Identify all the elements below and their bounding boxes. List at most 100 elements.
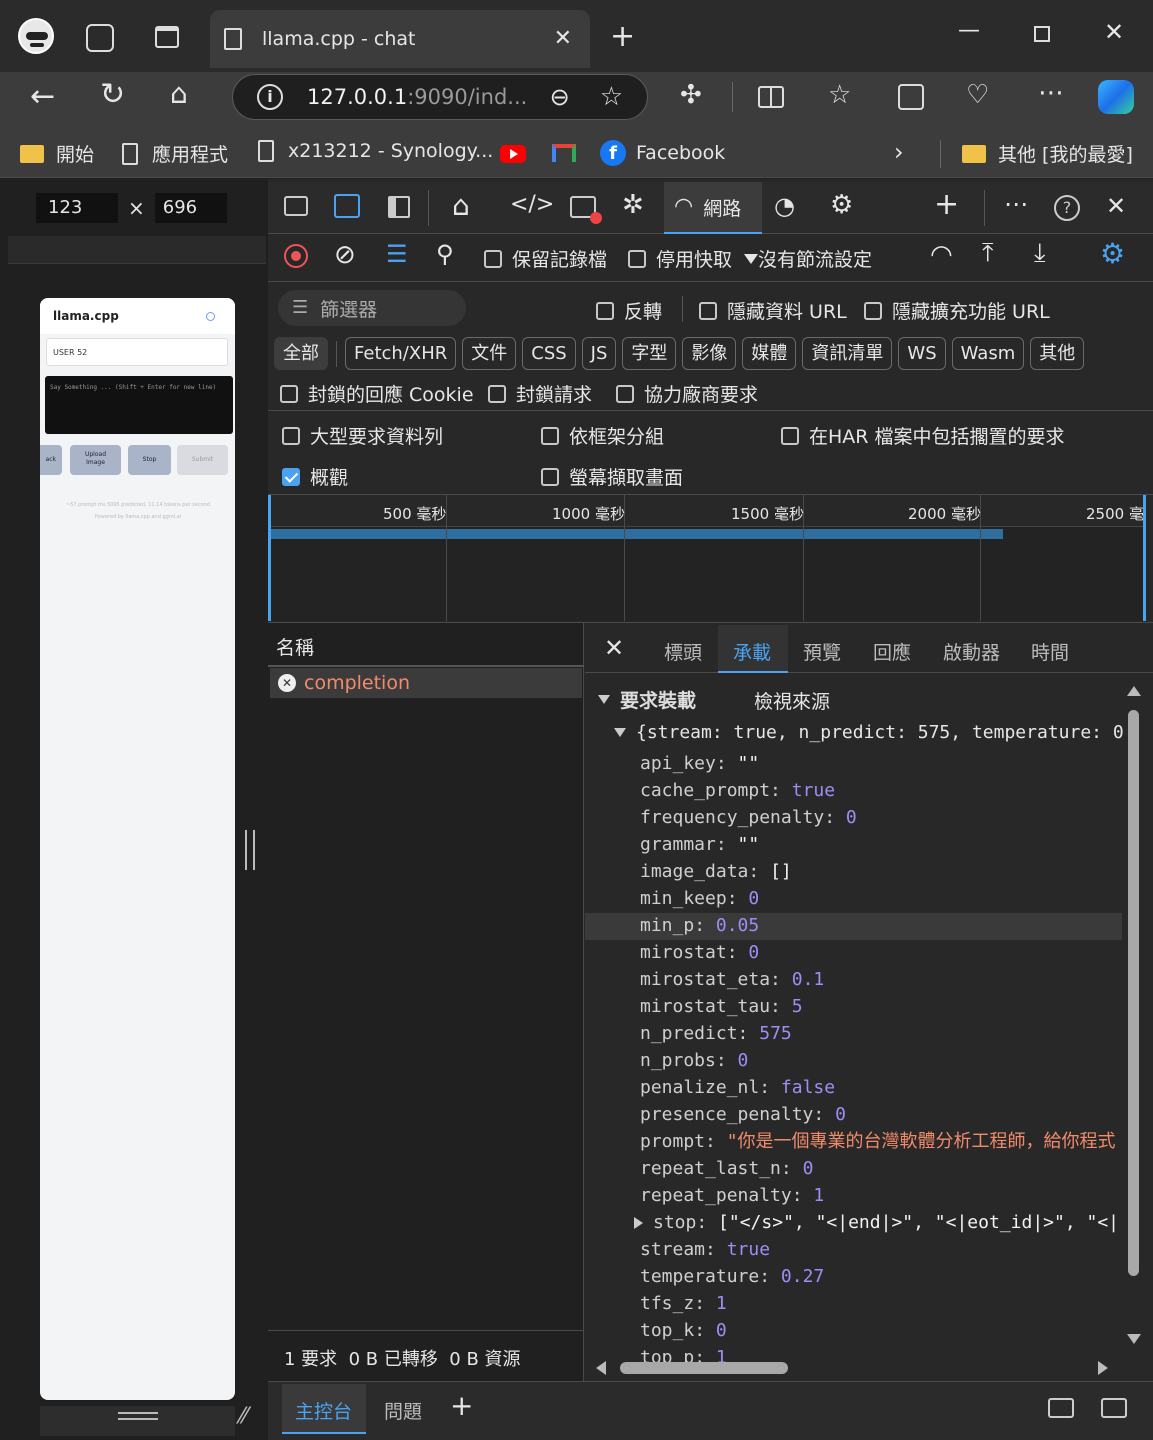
copilot-icon[interactable] (1098, 80, 1134, 114)
payload-row-tfs-z[interactable]: tfs_z: 1 (640, 1290, 1126, 1317)
scroll-up-icon[interactable] (1127, 686, 1141, 696)
youtube-icon[interactable] (500, 145, 526, 163)
type-filter-js[interactable]: JS (581, 337, 617, 370)
preview-user-field[interactable]: USER 52 (46, 338, 228, 366)
performance-icon[interactable]: ◔ (774, 194, 795, 218)
site-info-icon[interactable]: i (257, 84, 283, 110)
vertical-scrollbar[interactable] (1126, 680, 1142, 1360)
help-icon[interactable]: ? (1054, 195, 1080, 221)
clear-icon[interactable]: ⊘ (334, 242, 356, 268)
payload-row-stream[interactable]: stream: true (640, 1236, 1126, 1263)
payload-row-min-p[interactable]: min_p: 0.05 (640, 912, 1126, 939)
collections-icon[interactable] (898, 84, 924, 110)
payload-row-n-predict[interactable]: n_predict: 575 (640, 1020, 1126, 1047)
payload-row-prompt[interactable]: prompt: "你是一個專業的台灣軟體分析工程師，給你程式 (640, 1128, 1126, 1155)
export-har-icon[interactable]: ⤓ (1034, 240, 1046, 266)
disable-cache-checkbox[interactable]: 停用快取 (628, 245, 732, 272)
payload-row-repeat-last-n[interactable]: repeat_last_n: 0 (640, 1155, 1126, 1182)
close-devtools-icon[interactable]: ✕ (1106, 194, 1126, 218)
drawer-dock-icon[interactable] (1048, 1398, 1074, 1418)
more-tools-plus-icon[interactable]: + (934, 190, 959, 220)
type-filter-css[interactable]: CSS (522, 337, 576, 370)
payload-row-stop[interactable]: stop: ["</s>", "<|end|>", "<|eot_id|>", … (634, 1209, 1120, 1236)
refresh-icon[interactable]: ↻ (100, 80, 125, 110)
device-width-input[interactable]: 123 (36, 193, 118, 223)
name-column-header[interactable]: 名稱 (276, 633, 314, 660)
more-menu-icon[interactable]: ⋯ (1038, 80, 1064, 106)
filter-input[interactable]: ☰ 篩選器 (278, 290, 466, 326)
payload-row-n-probs[interactable]: n_probs: 0 (640, 1047, 1126, 1074)
address-bar[interactable]: i 127.0.0.1 :9090/ind... ⊖ ☆ (232, 74, 648, 120)
payload-row-frequency-penalty[interactable]: frequency_penalty: 0 (640, 804, 1126, 831)
drawer-undock-icon[interactable] (1101, 1398, 1127, 1418)
detail-tab-initiator[interactable]: 啟動器 (943, 638, 1000, 665)
pane-resize-handle[interactable] (245, 830, 255, 870)
active-tab[interactable]: llama.cpp - chat ✕ (210, 10, 590, 68)
scroll-right-icon[interactable] (1098, 1361, 1108, 1375)
payload-row-mirostat[interactable]: mirostat: 0 (640, 939, 1126, 966)
fav-item-apps[interactable]: 應用程式 (122, 140, 228, 167)
welcome-home-icon[interactable]: ⌂ (452, 192, 470, 220)
browser-essentials-icon[interactable]: ♡ (966, 82, 989, 108)
third-party-checkbox[interactable]: 協力廠商要求 (616, 380, 758, 407)
fav-item-start[interactable]: 開始 (20, 140, 94, 167)
type-filter-doc[interactable]: 文件 (462, 337, 517, 370)
horizontal-scrollbar[interactable] (590, 1358, 1120, 1378)
h-scroll-thumb[interactable] (620, 1362, 788, 1374)
type-filter-img[interactable]: 影像 (682, 337, 737, 370)
scroll-down-icon[interactable] (1127, 1334, 1141, 1344)
devtools-more-icon[interactable]: ⋯ (1004, 192, 1028, 216)
memory-chip-icon[interactable]: ⚙ (830, 192, 853, 218)
blocked-cookies-checkbox[interactable]: 封鎖的回應 Cookie (280, 380, 474, 407)
console-tab-icon[interactable] (570, 196, 602, 224)
payload-row-top-k[interactable]: top_k: 0 (640, 1317, 1126, 1344)
split-screen-icon[interactable] (758, 86, 784, 108)
inspect-icon[interactable] (284, 196, 308, 216)
tab-network[interactable]: ◠ 網路 (664, 182, 762, 234)
type-filter-fetch[interactable]: Fetch/XHR (345, 337, 457, 370)
group-by-frame-checkbox[interactable]: 依框架分組 (541, 422, 664, 449)
preview-upload-button[interactable]: Upload Image (70, 445, 121, 475)
chevron-right-icon[interactable]: › (894, 140, 904, 164)
type-filter-media[interactable]: 媒體 (742, 337, 797, 370)
fav-item-facebook[interactable]: f Facebook (600, 140, 725, 166)
detail-tab-response[interactable]: 回應 (873, 638, 911, 665)
payload-row-image-data[interactable]: image_data: [] (640, 858, 1126, 885)
corner-resize-icon[interactable]: ⁄⁄ (240, 1406, 247, 1428)
type-filter-ws[interactable]: WS (898, 337, 946, 370)
detail-tab-preview[interactable]: 預覽 (803, 638, 841, 665)
payload-row-presence-penalty[interactable]: presence_penalty: 0 (640, 1101, 1126, 1128)
device-toolbar-icon[interactable] (334, 194, 360, 218)
tab-actions-icon[interactable] (155, 26, 179, 48)
zoom-icon[interactable]: ⊖ (550, 85, 570, 109)
hide-extension-url-checkbox[interactable]: 隱藏擴充功能 URL (864, 297, 1050, 324)
preserve-log-checkbox[interactable]: 保留記錄檔 (484, 245, 607, 272)
preview-stop-button[interactable]: Stop (128, 445, 171, 475)
payload-row-min-keep[interactable]: min_keep: 0 (640, 885, 1126, 912)
payload-row-grammar[interactable]: grammar: "" (640, 831, 1126, 858)
fav-item-other[interactable]: 其他 [我的最愛] (962, 140, 1133, 167)
payload-summary-row[interactable]: {stream: true, n_predict: 575, temperatu… (614, 722, 1126, 743)
invert-checkbox[interactable]: 反轉 (596, 297, 662, 324)
import-har-icon[interactable]: ⤒ (982, 240, 994, 266)
scroll-left-icon[interactable] (596, 1361, 606, 1375)
elements-icon[interactable]: </> (510, 194, 554, 216)
payload-row-temperature[interactable]: temperature: 0.27 (640, 1263, 1126, 1290)
theme-toggle-icon[interactable] (206, 312, 215, 321)
throttle-select[interactable]: 沒有節流設定 (744, 245, 872, 272)
profile-avatar[interactable] (18, 18, 54, 54)
payload-row-mirostat-tau[interactable]: mirostat_tau: 5 (640, 993, 1126, 1020)
favorite-star-icon[interactable]: ☆ (600, 84, 623, 110)
type-filter-wasm[interactable]: Wasm (951, 337, 1025, 370)
record-icon[interactable] (284, 244, 308, 268)
view-source-link[interactable]: 檢視來源 (754, 687, 830, 714)
type-filter-other[interactable]: 其他 (1030, 337, 1085, 370)
payload-row-api-key[interactable]: api_key: "" (640, 750, 1126, 777)
fav-item-synology[interactable]: x213212 - Synology... (258, 140, 493, 162)
new-tab-icon[interactable]: + (610, 22, 635, 52)
minimize-icon[interactable]: — (958, 20, 980, 42)
height-resize-handle[interactable] (118, 1412, 158, 1420)
gmail-icon[interactable] (552, 144, 576, 162)
type-filter-font[interactable]: 字型 (622, 337, 677, 370)
filter-clear-icon[interactable]: ☰ (386, 242, 408, 266)
